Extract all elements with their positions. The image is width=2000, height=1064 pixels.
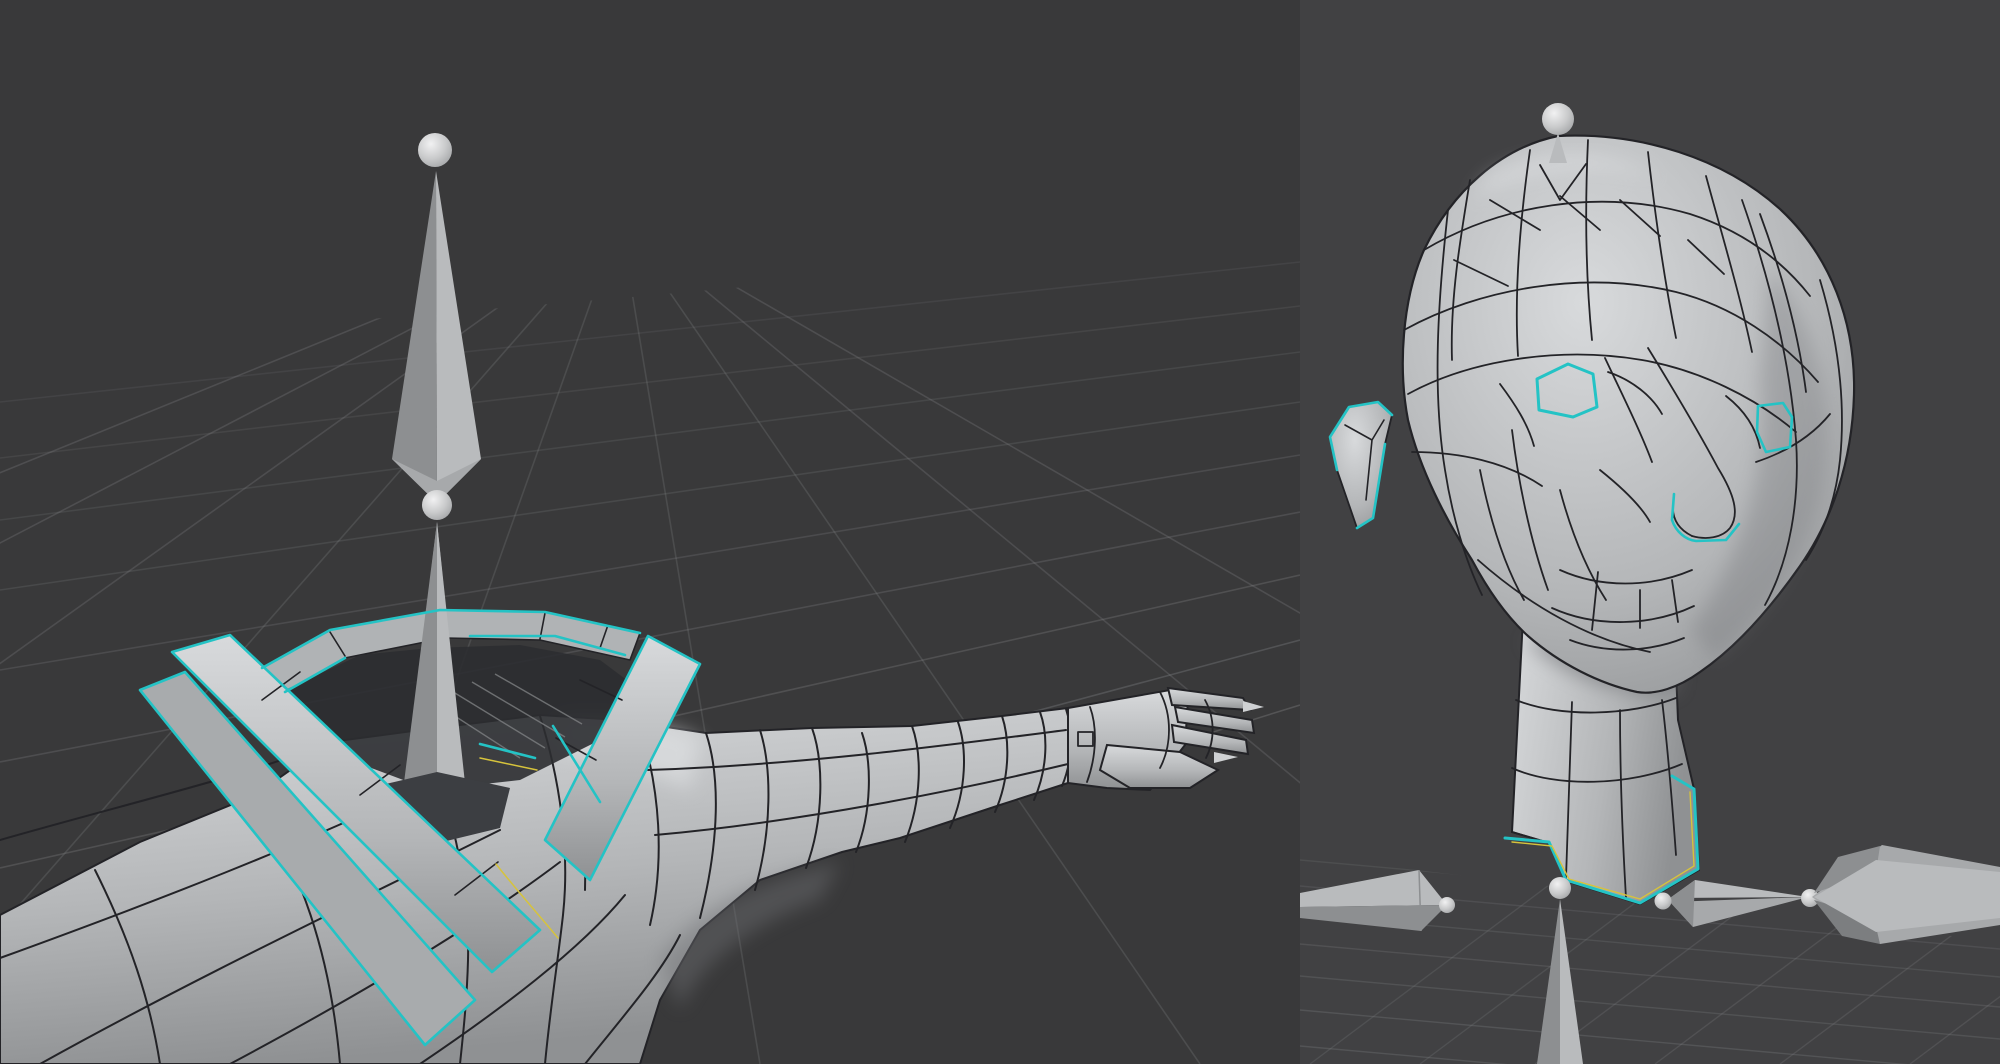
clavicle-left-sphere[interactable] [1439,897,1455,913]
bone-tail-sphere[interactable] [418,133,452,167]
hand-mesh[interactable] [1068,688,1264,790]
ear-mesh [1330,402,1392,528]
viewport-split-view [0,0,2000,1064]
left-viewport-canvas[interactable] [0,0,1300,1064]
bone-joint-sphere[interactable] [422,490,452,520]
clavicle-right-head-sphere[interactable] [1655,893,1672,910]
right-viewport-canvas[interactable] [1300,0,2000,1064]
shoulder-bone-large[interactable] [1812,845,2000,944]
right-viewport-scene [1300,0,2000,1064]
head-bone-sphere[interactable] [1542,103,1574,135]
head-mesh[interactable] [1330,136,1854,693]
left-viewport-scene [0,0,1300,1064]
thumb [1100,745,1218,788]
clavicle-bone-left[interactable] [1300,870,1455,931]
neck-root-sphere[interactable] [1549,877,1571,899]
armature-bone-upper[interactable] [392,133,481,520]
